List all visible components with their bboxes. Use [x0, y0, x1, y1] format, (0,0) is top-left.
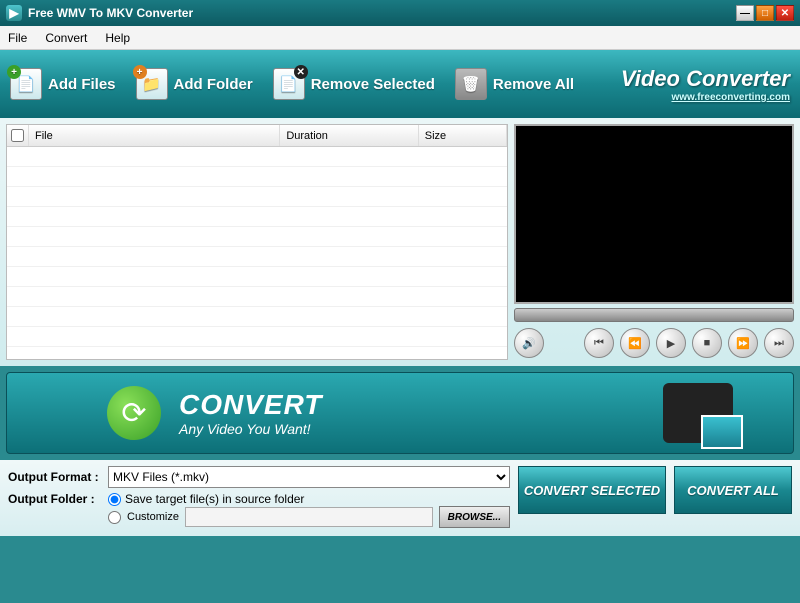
- convert-icon: ⟳: [107, 386, 161, 440]
- prev-button[interactable]: ⏮: [584, 328, 614, 358]
- minimize-button[interactable]: —: [736, 5, 754, 21]
- convert-selected-button[interactable]: CONVERT SELECTED: [518, 466, 666, 514]
- convert-banner[interactable]: ⟳ CONVERT Any Video You Want!: [6, 372, 794, 454]
- table-row: [7, 287, 507, 307]
- add-folder-button[interactable]: 📁+ Add Folder: [136, 68, 253, 100]
- seek-bar[interactable]: [514, 308, 794, 322]
- remove-all-label: Remove All: [493, 76, 574, 93]
- menu-help[interactable]: Help: [105, 31, 130, 45]
- remove-selected-label: Remove Selected: [311, 76, 435, 93]
- menu-convert[interactable]: Convert: [45, 31, 87, 45]
- film-clip-icon: [663, 383, 733, 443]
- col-file[interactable]: File: [29, 125, 280, 146]
- close-button[interactable]: ✕: [776, 5, 794, 21]
- volume-button[interactable]: 🔊: [514, 328, 544, 358]
- add-files-button[interactable]: 📄+ Add Files: [10, 68, 116, 100]
- table-row: [7, 167, 507, 187]
- video-preview: [514, 124, 794, 304]
- customize-radio[interactable]: [108, 511, 121, 524]
- forward-button[interactable]: ⏩: [728, 328, 758, 358]
- brand-link[interactable]: www.freeconverting.com: [621, 92, 790, 103]
- add-files-label: Add Files: [48, 76, 116, 93]
- app-title: Free WMV To MKV Converter: [28, 6, 193, 20]
- remove-all-button[interactable]: 🗑 Remove All: [455, 68, 574, 100]
- remove-selected-button[interactable]: 📄✕ Remove Selected: [273, 68, 435, 100]
- col-duration[interactable]: Duration: [280, 125, 418, 146]
- table-row: [7, 267, 507, 287]
- save-source-radio[interactable]: [108, 493, 121, 506]
- file-add-icon: 📄+: [10, 68, 42, 100]
- content-area: File Duration Size 🔊 ⏮ ⏪ ▶ ■ ⏩ ⏭: [0, 118, 800, 366]
- menu-file[interactable]: File: [8, 31, 27, 45]
- banner-title: CONVERT: [179, 389, 322, 421]
- titlebar: ▶ Free WMV To MKV Converter — □ ✕: [0, 0, 800, 26]
- trash-icon: 🗑: [455, 68, 487, 100]
- playback-controls: 🔊 ⏮ ⏪ ▶ ■ ⏩ ⏭: [514, 326, 794, 360]
- play-button[interactable]: ▶: [656, 328, 686, 358]
- stop-button[interactable]: ■: [692, 328, 722, 358]
- col-checkbox[interactable]: [7, 125, 29, 146]
- rewind-button[interactable]: ⏪: [620, 328, 650, 358]
- brand: Video Converter www.freeconverting.com: [621, 66, 790, 103]
- table-row: [7, 307, 507, 327]
- output-area: Output Format : MKV Files (*.mkv) Output…: [0, 460, 800, 536]
- list-header: File Duration Size: [7, 125, 507, 147]
- select-all-checkbox[interactable]: [11, 129, 24, 142]
- next-button[interactable]: ⏭: [764, 328, 794, 358]
- table-row: [7, 247, 507, 267]
- app-icon: ▶: [6, 5, 22, 21]
- toolbar: 📄+ Add Files 📁+ Add Folder 📄✕ Remove Sel…: [0, 50, 800, 118]
- table-row: [7, 187, 507, 207]
- brand-name: Video Converter: [621, 66, 790, 91]
- table-row: [7, 207, 507, 227]
- banner-subtitle: Any Video You Want!: [179, 421, 322, 437]
- save-source-label: Save target file(s) in source folder: [125, 492, 304, 506]
- table-row: [7, 147, 507, 167]
- table-row: [7, 227, 507, 247]
- browse-button[interactable]: BROWSE...: [439, 506, 510, 528]
- output-folder-label: Output Folder :: [8, 492, 108, 506]
- col-size[interactable]: Size: [419, 125, 507, 146]
- remove-selected-icon: 📄✕: [273, 68, 305, 100]
- custom-path-input[interactable]: [185, 507, 433, 527]
- maximize-button[interactable]: □: [756, 5, 774, 21]
- preview-panel: 🔊 ⏮ ⏪ ▶ ■ ⏩ ⏭: [514, 124, 794, 360]
- folder-add-icon: 📁+: [136, 68, 168, 100]
- table-row: [7, 327, 507, 347]
- convert-all-button[interactable]: CONVERT ALL: [674, 466, 792, 514]
- file-list: File Duration Size: [6, 124, 508, 360]
- output-format-select[interactable]: MKV Files (*.mkv): [108, 466, 510, 488]
- add-folder-label: Add Folder: [174, 76, 253, 93]
- menubar: File Convert Help: [0, 26, 800, 50]
- list-rows: [7, 147, 507, 347]
- customize-label: Customize: [127, 511, 179, 523]
- output-format-label: Output Format :: [8, 470, 108, 484]
